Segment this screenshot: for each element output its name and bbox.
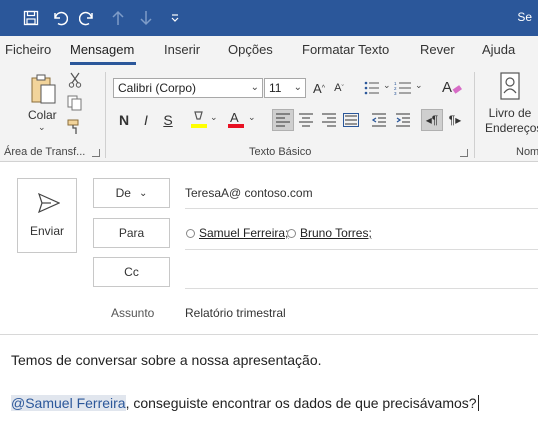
redo-icon[interactable] (76, 6, 100, 30)
cc-label: Cc (124, 265, 139, 279)
font-name-value: Calibri (Corpo) (118, 81, 197, 95)
chevron-down-icon: ⌄ (293, 82, 302, 93)
underline-button[interactable]: S (159, 110, 177, 130)
decrease-indent-icon[interactable] (368, 109, 390, 131)
grow-font-icon[interactable]: A ^ (311, 78, 327, 98)
shrink-font-icon[interactable]: Aˇ (331, 78, 347, 98)
send-label: Enviar (29, 224, 64, 238)
customize-quick-access-icon[interactable] (163, 6, 187, 30)
subject-label: Assunto (111, 306, 155, 320)
tab-ajuda[interactable]: Ajuda (482, 42, 515, 57)
align-left-icon[interactable] (272, 109, 294, 131)
tab-opcoes[interactable]: Opções (228, 42, 273, 57)
tab-inserir[interactable]: Inserir (164, 42, 200, 57)
chevron-down-icon: ⌄ (250, 82, 259, 93)
arrow-up-icon[interactable] (106, 6, 130, 30)
ltr-direction-icon[interactable]: ◂¶ (421, 109, 443, 131)
chevron-down-icon: ⌄ (138, 187, 148, 199)
ribbon-separator (474, 72, 475, 158)
address-book-icon[interactable] (497, 70, 523, 102)
field-divider (185, 208, 538, 209)
active-tab-indicator (70, 62, 136, 65)
mention-tag[interactable]: @Samuel Ferreira (11, 395, 126, 411)
to-button[interactable]: Para (93, 218, 170, 248)
svg-text:A: A (230, 110, 239, 125)
increase-indent-icon[interactable] (392, 109, 414, 131)
font-size-value: 11 (269, 81, 282, 95)
basic-text-launcher-icon[interactable] (460, 149, 468, 157)
arrow-down-icon[interactable] (134, 6, 158, 30)
clipboard-group-label: Área de Transf... (4, 146, 86, 158)
presence-icon (287, 228, 296, 238)
svg-text:A: A (442, 79, 452, 96)
bullets-icon[interactable] (362, 78, 382, 98)
from-value: TeresaA@ contoso.com (185, 186, 313, 200)
cc-button[interactable]: Cc (93, 257, 170, 287)
numbering-icon[interactable]: 123 (392, 78, 414, 98)
window-title: Se (517, 10, 532, 24)
align-right-icon[interactable] (318, 109, 340, 131)
tab-ficheiro[interactable]: Ficheiro (5, 42, 51, 57)
justify-icon[interactable] (340, 109, 362, 131)
ribbon-separator (105, 72, 106, 158)
send-icon (37, 192, 61, 218)
names-group-label: Nom (516, 146, 538, 158)
chevron-down-icon[interactable]: ⌄ (415, 80, 423, 91)
ribbon: Colar ⌄ Área de Transf... Calibri (Corpo… (0, 66, 538, 162)
italic-button[interactable]: I (137, 110, 155, 130)
tab-formatar-texto[interactable]: Formatar Texto (302, 42, 389, 57)
clear-formatting-icon[interactable]: A (441, 76, 463, 98)
recipient-name: Samuel Ferreira; (199, 226, 289, 240)
text-cursor (477, 395, 479, 411)
save-icon[interactable] (19, 6, 43, 30)
tab-mensagem[interactable]: Mensagem (70, 42, 134, 57)
body-line: Temos de conversar sobre a nossa apresen… (11, 352, 322, 368)
format-painter-icon[interactable] (66, 118, 84, 136)
from-button[interactable]: De ⌄ (93, 178, 170, 208)
rtl-direction-icon[interactable]: ¶▸ (444, 109, 466, 131)
field-divider (185, 288, 538, 289)
chevron-down-icon[interactable]: ⌄ (248, 112, 256, 123)
basic-text-group-label: Texto Básico (249, 146, 312, 158)
chevron-down-icon[interactable]: ⌄ (210, 112, 218, 123)
paste-icon[interactable] (28, 72, 58, 108)
address-book-label[interactable]: Livro de Endereços (485, 106, 538, 136)
copy-icon[interactable] (66, 94, 84, 112)
font-color-icon[interactable]: A (226, 108, 246, 132)
paste-dropdown-icon[interactable]: ⌄ (38, 122, 46, 133)
font-name-combo[interactable]: Calibri (Corpo) ⌄ (113, 78, 263, 98)
subject-input[interactable]: Relatório trimestral (185, 306, 286, 320)
undo-icon[interactable] (47, 6, 71, 30)
send-button[interactable]: Enviar (17, 178, 77, 253)
body-text: , conseguiste encontrar os dados de que … (125, 395, 477, 411)
field-divider (185, 249, 538, 250)
clipboard-launcher-icon[interactable] (92, 149, 100, 157)
recipient-name: Bruno Torres; (300, 226, 372, 240)
body-line: @Samuel Ferreira, conseguiste encontrar … (11, 395, 479, 411)
paste-label[interactable]: Colar (28, 108, 57, 122)
title-bar: Se (0, 0, 538, 36)
font-size-combo[interactable]: 11 ⌄ (264, 78, 306, 98)
recipient-chip[interactable]: Samuel Ferreira; (186, 226, 288, 240)
to-label: Para (118, 226, 145, 240)
align-center-icon[interactable] (295, 109, 317, 131)
from-label: De (115, 186, 131, 200)
cut-icon[interactable] (66, 71, 84, 89)
recipient-chip[interactable]: Bruno Torres; (287, 226, 372, 240)
chevron-down-icon[interactable]: ⌄ (383, 80, 391, 91)
tab-rever[interactable]: Rever (420, 42, 455, 57)
presence-icon (186, 228, 195, 238)
highlight-icon[interactable] (189, 108, 209, 132)
body-divider (0, 334, 538, 335)
bold-button[interactable]: N (115, 110, 133, 130)
svg-text:3: 3 (394, 91, 397, 95)
